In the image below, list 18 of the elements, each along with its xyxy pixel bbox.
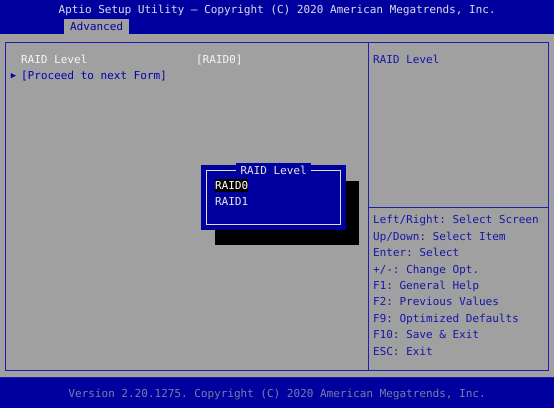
popup-option[interactable]: RAID1 (215, 195, 248, 208)
key-hint: F10: Save & Exit (373, 327, 480, 344)
key-hint: Up/Down: Select Item (373, 228, 506, 245)
key-hint: Enter: Select (373, 245, 460, 262)
status-text: Version 2.20.1275. Copyright (C) 2020 American Megatrends, Inc. (68, 386, 486, 400)
key-hint: ESC: Exit (373, 344, 434, 360)
key-hint: F2: Previous Values (373, 294, 500, 310)
tab[interactable]: Advanced (64, 19, 129, 34)
key-hint: F1: General Help (373, 278, 480, 294)
popup-option[interactable]: RAID0 (215, 179, 248, 192)
key-hint: F9: Optimized Defaults (373, 310, 520, 327)
help-text: RAID Level (373, 53, 440, 66)
window-title: Aptio Setup Utility – Copyright (C) 2020 American Megatrends, Inc. (58, 3, 496, 17)
key-hint: Left/Right: Select Screen (373, 212, 540, 228)
submenu-marker: ▶ (10, 70, 18, 83)
setting-value: [RAID0] (196, 52, 242, 68)
key-hint: +/-: Change Opt. (373, 262, 480, 278)
submenu-link[interactable]: [Proceed to next Form] (21, 68, 167, 84)
